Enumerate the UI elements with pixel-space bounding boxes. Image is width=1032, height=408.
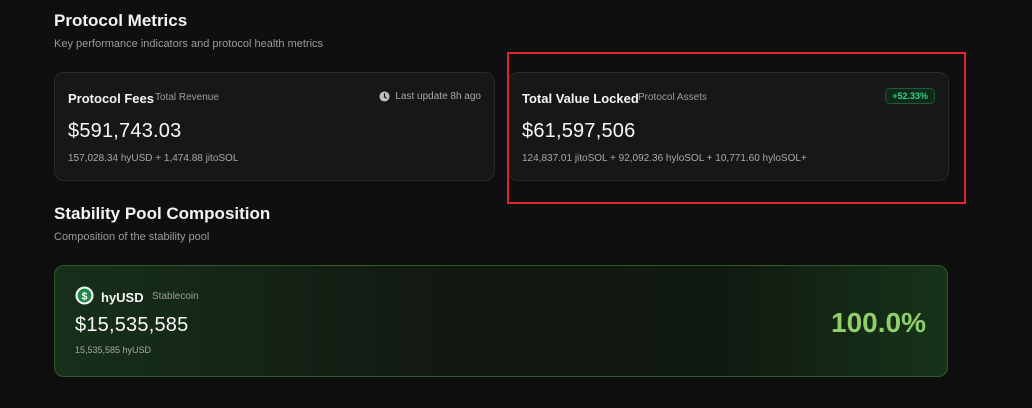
tvl-tag: Protocol Assets bbox=[638, 92, 707, 103]
stability-pool-subtitle: Composition of the stability pool bbox=[54, 231, 210, 243]
protocol-fees-title: Protocol Fees bbox=[68, 91, 154, 106]
token-type: Stablecoin bbox=[152, 291, 199, 302]
tvl-value: $61,597,506 bbox=[522, 120, 636, 142]
tvl-detail: 124,837.01 jitoSOL + 92,092.36 hyloSOL +… bbox=[522, 153, 807, 164]
svg-text:$: $ bbox=[82, 291, 88, 302]
page: Protocol Metrics Key performance indicat… bbox=[0, 0, 1032, 408]
protocol-fees-detail: 157,028.34 hyUSD + 1,474.88 jitoSOL bbox=[68, 153, 239, 164]
protocol-fees-tag: Total Revenue bbox=[155, 92, 219, 103]
protocol-metrics-subtitle: Key performance indicators and protocol … bbox=[54, 38, 324, 50]
token-percentage: 100.0% bbox=[831, 307, 926, 338]
protocol-fees-card: Protocol Fees Total Revenue Last update … bbox=[54, 72, 495, 181]
stability-pool-card: $ hyUSD Stablecoin $15,535,585 15,535,58… bbox=[54, 265, 948, 377]
token-name: hyUSD bbox=[101, 290, 144, 305]
token-detail: 15,535,585 hyUSD bbox=[75, 345, 152, 355]
protocol-metrics-title: Protocol Metrics bbox=[54, 11, 188, 30]
hyusd-token-icon: $ bbox=[75, 286, 94, 305]
stability-pool-title: Stability Pool Composition bbox=[54, 204, 271, 223]
tvl-title: Total Value Locked bbox=[522, 91, 639, 106]
clock-icon bbox=[379, 91, 390, 102]
protocol-fees-value: $591,743.03 bbox=[68, 120, 182, 142]
last-update-text: Last update 8h ago bbox=[395, 91, 481, 102]
tvl-card: Total Value Locked Protocol Assets +52.3… bbox=[508, 72, 949, 181]
tvl-change-badge: +52.33% bbox=[885, 88, 935, 104]
token-value: $15,535,585 bbox=[75, 314, 189, 336]
last-update: Last update 8h ago bbox=[379, 91, 481, 102]
